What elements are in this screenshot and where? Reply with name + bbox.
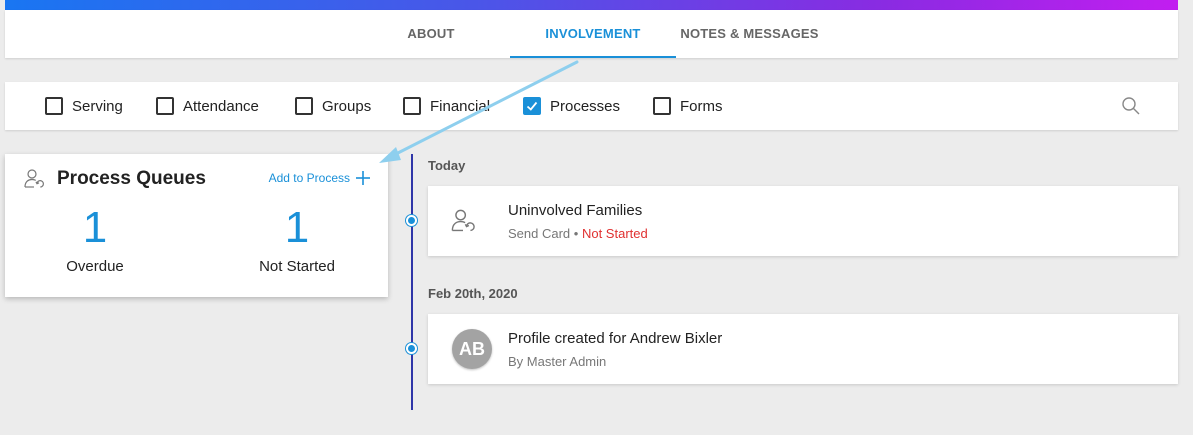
timeline-item-subtitle: By Master Admin [508,354,607,369]
search-icon [1122,97,1140,115]
timeline-item-title: Profile created for Andrew Bixler [508,330,723,347]
involvement-filter-bar: Serving Attendance Groups Financial Proc… [5,82,1178,130]
avatar[interactable]: AB [452,329,492,369]
processes-checkbox[interactable] [523,97,541,115]
timeline-date-feb-20: Feb 20th, 2020 [428,286,518,301]
filter-attendance[interactable]: Attendance [156,82,259,130]
tab-notes-messages[interactable]: NOTES & MESSAGES [677,10,822,58]
not-started-stat[interactable]: 1 Not Started [207,202,387,275]
not-started-label: Not Started [259,258,335,275]
attendance-checkbox[interactable] [156,97,174,115]
not-started-count: 1 [284,203,310,252]
status-not-started: Not Started [581,226,648,241]
filter-forms[interactable]: Forms [653,82,723,130]
process-step-label: Send Card [508,226,571,241]
overdue-count: 1 [82,203,108,252]
search-button[interactable] [1121,96,1141,116]
checkmark-icon [526,101,538,111]
financial-checkbox[interactable] [403,97,421,115]
process-queues-card: Process Queues Add to Process 1 Overdue … [5,154,388,297]
process-queues-title: Process Queues [57,168,206,189]
filter-attendance-label: Attendance [183,97,259,115]
timeline-item-subtitle: Send Card • Not Started [508,226,648,241]
serving-checkbox[interactable] [45,97,63,115]
filter-processes-label: Processes [550,97,621,115]
filter-groups[interactable]: Groups [295,82,371,130]
person-process-icon [451,209,475,232]
separator-dot: • [573,226,579,241]
filter-serving-label: Serving [72,97,123,115]
profile-tabs: ABOUT INVOLVEMENT NOTES & MESSAGES [5,10,1178,58]
overdue-stat[interactable]: 1 Overdue [5,202,185,275]
filter-processes[interactable]: Processes [523,82,620,130]
timeline-item-profile-created[interactable]: AB Profile created for Andrew Bixler By … [428,314,1178,384]
filter-financial-label: Financial [430,97,491,115]
filter-forms-label: Forms [680,97,723,115]
timeline-line [411,154,413,410]
tab-involvement[interactable]: INVOLVEMENT [510,10,676,58]
person-process-icon [24,169,44,188]
timeline-dot [406,215,417,226]
filter-groups-label: Groups [322,97,372,115]
header-gradient-bar [5,0,1178,10]
timeline-dot [406,343,417,354]
add-to-process-button[interactable]: Add to Process [269,171,370,185]
overdue-label: Overdue [66,258,124,275]
plus-icon [356,171,370,185]
tab-about[interactable]: ABOUT [381,10,481,58]
filter-financial[interactable]: Financial [403,82,490,130]
timeline-date-today: Today [428,158,466,173]
timeline-item-process[interactable]: Uninvolved Families Send Card • Not Star… [428,186,1178,256]
timeline-item-title: Uninvolved Families [508,202,643,219]
filter-serving[interactable]: Serving [45,82,123,130]
add-to-process-label: Add to Process [268,171,350,185]
forms-checkbox[interactable] [653,97,671,115]
groups-checkbox[interactable] [295,97,313,115]
